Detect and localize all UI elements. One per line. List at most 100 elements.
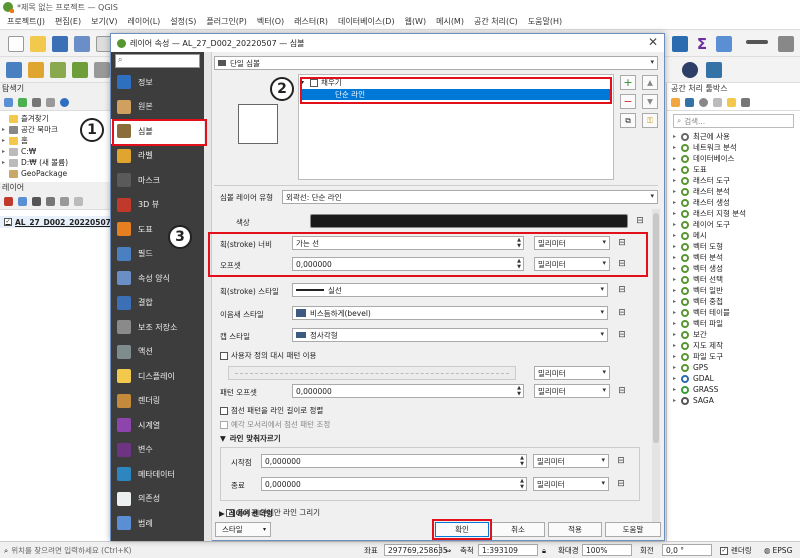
expand-arrow-icon[interactable]: ▸	[673, 276, 681, 283]
processing-settings-icon[interactable]	[672, 36, 688, 52]
toolbox-group[interactable]: ▸ SAGA	[667, 395, 800, 406]
sidebar-item-masks[interactable]: 마스크	[111, 168, 204, 193]
menu-web[interactable]: 웹(W)	[400, 16, 432, 27]
sidebar-item-3d-view[interactable]: 3D 뷰	[111, 193, 204, 218]
menu-mesh[interactable]: 메시(M)	[431, 16, 469, 27]
symbol-layer-type-combo[interactable]: 외곽선: 단순 라인 ▾	[282, 190, 658, 204]
expand-arrow-icon[interactable]: ▸	[673, 254, 681, 261]
spinner-icon[interactable]: ▲ ▼	[520, 455, 524, 467]
render-toggle[interactable]: ✓ 렌더링	[720, 544, 752, 557]
add-vector-layer-icon[interactable]	[28, 62, 44, 78]
save-as-icon[interactable]	[74, 36, 90, 52]
menu-settings[interactable]: 설정(S)	[165, 16, 201, 27]
data-defined-override-icon[interactable]: ⊟	[613, 477, 629, 491]
expand-arrow-icon[interactable]: ▸	[673, 243, 681, 250]
menu-plugins[interactable]: 플러그인(P)	[201, 16, 252, 27]
menu-processing[interactable]: 공간 처리(C)	[469, 16, 523, 27]
sidebar-item-dependencies[interactable]: 의존성	[111, 487, 204, 512]
menu-layer[interactable]: 레이어(L)	[123, 16, 166, 27]
browser-item-geopackage[interactable]: GeoPackage	[0, 168, 114, 179]
style-menu-button[interactable]: 스타일 ▾	[215, 522, 271, 537]
toolbox-group[interactable]: ▸ 벡터 도형	[667, 241, 800, 252]
tweak-dash-checkbox[interactable]	[220, 420, 228, 429]
expand-arrow-icon[interactable]: ▸	[673, 298, 681, 305]
scripts-icon[interactable]	[685, 98, 694, 107]
sidebar-search[interactable]: ⌕	[111, 52, 204, 70]
expand-arrow-icon[interactable]: ▸	[673, 133, 681, 140]
cap-style-combo[interactable]: 정사각형 ▾	[292, 328, 608, 342]
toolbox-group[interactable]: ▸ 벡터 파일	[667, 318, 800, 329]
align-dash-option[interactable]: 점선 패턴을 라인 길이로 정렬	[220, 405, 323, 416]
menu-view[interactable]: 보기(V)	[86, 16, 122, 27]
toolbox-group[interactable]: ▸ 벡터 중첩	[667, 296, 800, 307]
renderer-type-combo[interactable]: 단일 심볼 ▾	[214, 56, 658, 70]
toolbox-group[interactable]: ▸ 래스터 분석	[667, 186, 800, 197]
sidebar-item-temporal[interactable]: 시계열	[111, 413, 204, 438]
duplicate-layer-icon[interactable]: ⧉	[620, 113, 636, 128]
python-icon[interactable]	[706, 62, 722, 78]
apply-button[interactable]: 적용	[548, 522, 602, 537]
browser-item-c-drive[interactable]: ▸ C:₩	[0, 146, 114, 157]
lock-layer-icon[interactable]: ⚿	[642, 113, 658, 128]
trim-section-header[interactable]: ▼ 라인 맞춰자르기	[220, 433, 281, 444]
toolbox-group[interactable]: ▸ GDAL	[667, 373, 800, 384]
scale-combo[interactable]: 1:393109	[478, 544, 538, 556]
rotation-field[interactable]: 0,0 °	[662, 544, 712, 556]
layer-visibility-checkbox[interactable]: ✓	[4, 218, 12, 226]
expand-arrow[interactable]: ▸	[2, 159, 9, 166]
data-defined-override-icon[interactable]: ⊟	[614, 384, 630, 398]
menu-help[interactable]: 도움말(H)	[523, 16, 567, 27]
expand-arrow-icon[interactable]: ▸	[673, 177, 681, 184]
pattern-offset-field[interactable]: 0,000000 ▲ ▼	[292, 384, 524, 398]
toolbox-group[interactable]: ▸ 래스터 도구	[667, 175, 800, 186]
toolbox-group[interactable]: ▸ 도표	[667, 164, 800, 175]
toggle-extents-icon[interactable]: ⇔	[445, 544, 455, 557]
expand-arrow-icon[interactable]: ▸	[673, 210, 681, 217]
toolbox-group[interactable]: ▸ 래스터 지형 분석	[667, 208, 800, 219]
toolbox-group[interactable]: ▸ 최근에 사용	[667, 131, 800, 142]
sidebar-item-auxiliary-storage[interactable]: 보조 저장소	[111, 315, 204, 340]
menu-database[interactable]: 데이터베이스(D)	[333, 16, 400, 27]
join-style-combo[interactable]: 비스듬하게(bevel) ▾	[292, 306, 608, 320]
filter-legend-icon[interactable]	[46, 197, 55, 206]
add-wms-icon[interactable]	[72, 62, 88, 78]
layer-style-icon[interactable]	[4, 197, 13, 206]
scrollbar-thumb[interactable]	[653, 213, 659, 443]
menu-project[interactable]: 프로젝트(J)	[2, 16, 50, 27]
expand-arrow-icon[interactable]: ▸	[673, 386, 681, 393]
expand-arrow-icon[interactable]: ▸	[673, 287, 681, 294]
text-annotation-icon[interactable]	[778, 36, 794, 52]
layer-rendering-section[interactable]: ▶ 레이어 렌더링	[219, 508, 273, 519]
data-source-manager-icon[interactable]	[6, 62, 22, 78]
data-defined-override-icon[interactable]: ⊟	[614, 328, 630, 342]
dash-unit-combo[interactable]: 밀리미터 ▾	[534, 366, 610, 380]
add-delimited-text-icon[interactable]	[50, 62, 66, 78]
new-project-icon[interactable]	[8, 36, 24, 52]
spinner-icon[interactable]: ▲ ▼	[517, 385, 521, 397]
filter-icon[interactable]	[32, 98, 41, 107]
lock-scale-icon[interactable]: 🔒︎	[542, 544, 554, 557]
expand-arrow-icon[interactable]: ▸	[673, 221, 681, 228]
sidebar-item-information[interactable]: 정보	[111, 70, 204, 95]
toolbox-group[interactable]: ▸ 지도 제작	[667, 340, 800, 351]
toolbox-group[interactable]: ▸ 벡터 일반	[667, 285, 800, 296]
expand-arrow-icon[interactable]: ▸	[673, 144, 681, 151]
save-project-icon[interactable]	[52, 36, 68, 52]
sidebar-item-qgis-server[interactable]: QGIS 서버	[111, 536, 204, 541]
custom-dash-option[interactable]: 사용자 정의 대시 패턴 이용	[220, 350, 316, 361]
collapse-all-icon[interactable]	[46, 98, 55, 107]
expand-arrow-icon[interactable]: ▸	[673, 320, 681, 327]
locator-bar[interactable]: ⌕ 위치를 찾으려면 입력하세요 (Ctrl+K)	[4, 544, 132, 557]
open-project-icon[interactable]	[30, 36, 46, 52]
edit-features-icon[interactable]	[727, 98, 736, 107]
toolbox-search-input[interactable]: ⌕ 검색...	[673, 114, 794, 128]
toolbox-group[interactable]: ▸ 네트워크 분석	[667, 142, 800, 153]
sidebar-item-rendering[interactable]: 렌더링	[111, 389, 204, 414]
expand-arrow-icon[interactable]: ▸	[673, 309, 681, 316]
browser-item-d-drive[interactable]: ▸ D:₩ (새 볼륨)	[0, 157, 114, 168]
toolbox-group[interactable]: ▸ 파일 도구	[667, 351, 800, 362]
add-wfs-icon[interactable]	[94, 62, 110, 78]
expand-arrow-icon[interactable]: ▸	[673, 199, 681, 206]
expand-arrow-icon[interactable]: ▸	[673, 397, 681, 404]
results-viewer-icon[interactable]	[713, 98, 722, 107]
